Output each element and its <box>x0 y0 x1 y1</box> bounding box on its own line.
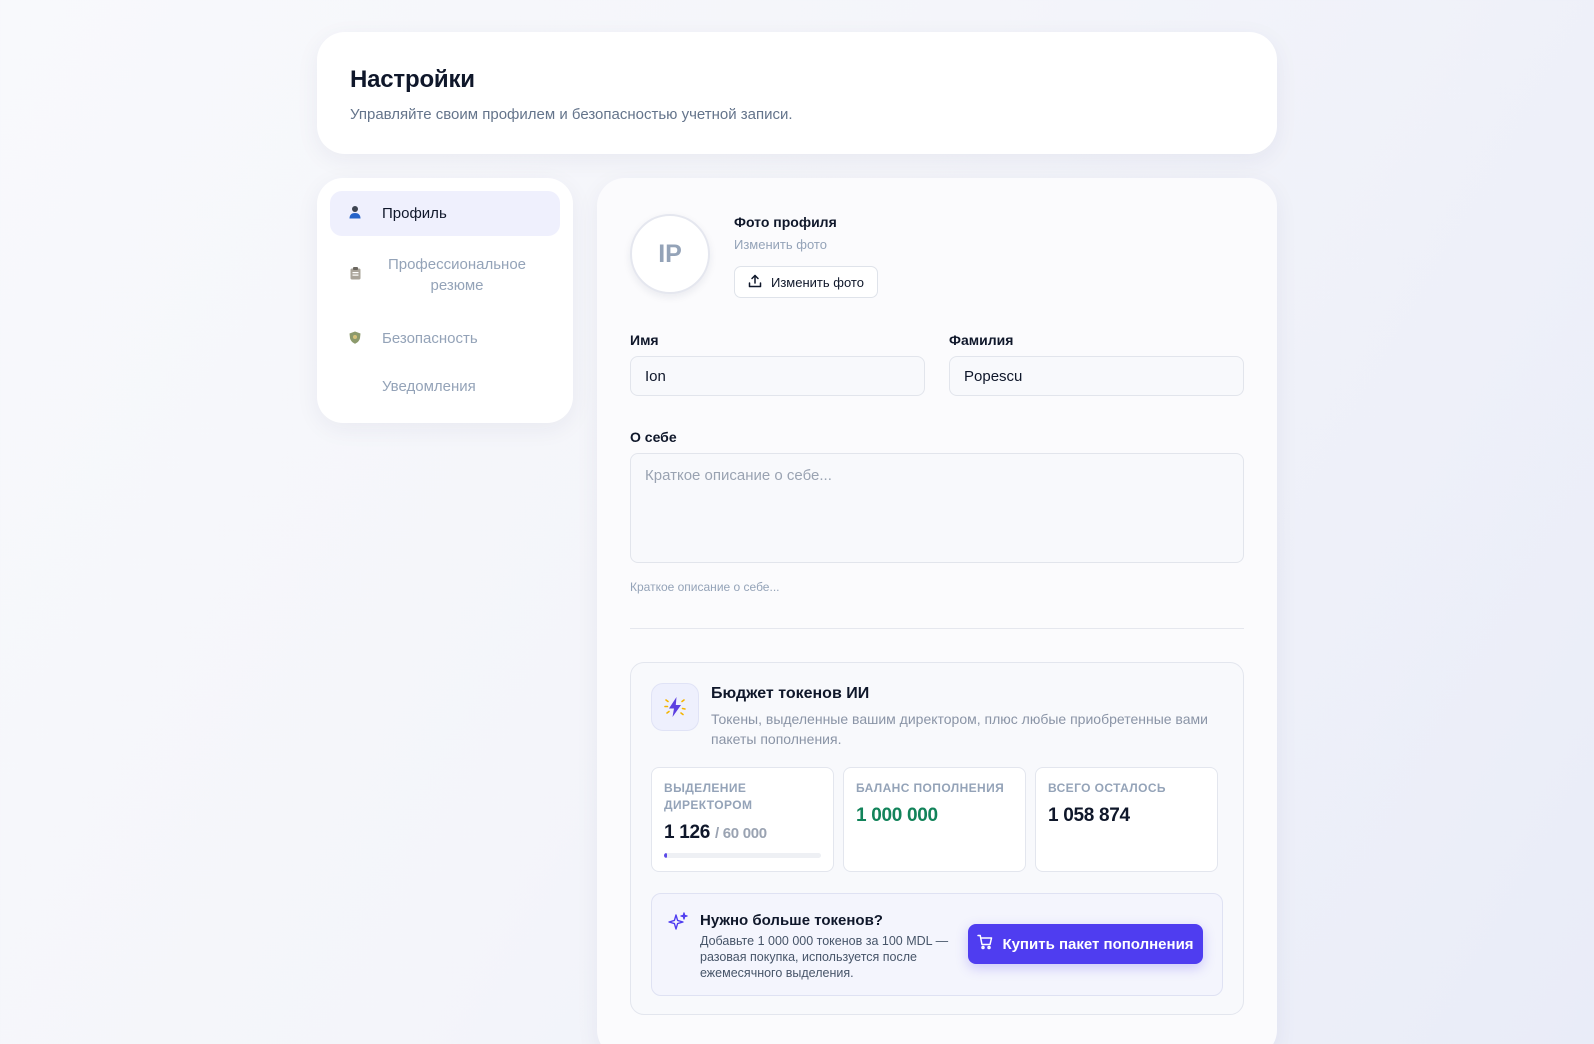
settings-header: Настройки Управляйте своим профилем и бе… <box>317 32 1277 154</box>
first-name-label: Имя <box>630 332 659 348</box>
lightning-icon <box>651 683 699 731</box>
director-used: 1 126 <box>664 822 711 843</box>
topup-balance-card: Баланс пополнения 1 000 000 <box>843 767 1026 872</box>
nav-item-notifications[interactable]: Уведомления <box>330 364 560 409</box>
topup-balance-label: Баланс пополнения <box>856 781 1005 795</box>
director-allocation-label: Выделение директором <box>664 781 753 812</box>
nav-item-label: Профессиональное резюме <box>387 255 527 294</box>
photo-title: Фото профиля <box>734 214 837 230</box>
director-allocation-card: Выделение директором 1 126 / 60 000 <box>651 767 834 872</box>
nav-item-resume[interactable]: Профессиональное резюме <box>330 236 560 313</box>
settings-nav: Профиль Профессиональное резюме Безопасн… <box>317 178 573 423</box>
page-title: Настройки <box>350 66 475 93</box>
director-total: / 60 000 <box>715 825 767 842</box>
person-icon <box>344 205 366 222</box>
last-name-input[interactable] <box>949 356 1244 396</box>
about-label: О себе <box>630 429 677 445</box>
token-budget-card: Бюджет токенов ИИ Токены, выделенные ваш… <box>630 662 1244 1015</box>
nav-item-label: Безопасность <box>382 330 478 347</box>
last-name-label: Фамилия <box>949 332 1014 348</box>
change-photo-label: Изменить фото <box>771 274 864 290</box>
profile-panel: IP Фото профиля Изменить фото Изменить ф… <box>597 178 1277 1044</box>
director-allocation-value: 1 126 / 60 000 <box>664 822 821 844</box>
clipboard-icon <box>344 266 366 283</box>
allocation-progress-bar <box>664 853 821 858</box>
cta-description: Добавьте 1 000 000 токенов за 100 MDL — … <box>700 934 949 980</box>
token-budget-title: Бюджет токенов ИИ <box>711 685 870 702</box>
upload-icon <box>748 274 762 291</box>
topup-balance-value: 1 000 000 <box>856 805 938 826</box>
about-hint: Краткое описание о себе... <box>630 580 780 594</box>
token-budget-description: Токены, выделенные вашим директором, плю… <box>711 711 1208 747</box>
buy-tokens-banner: Нужно больше токенов? Добавьте 1 000 000… <box>651 893 1223 996</box>
about-textarea[interactable] <box>630 453 1244 563</box>
allocation-progress-fill <box>664 853 667 858</box>
total-remaining-label: Всего осталось <box>1048 781 1166 795</box>
avatar[interactable]: IP <box>630 214 710 294</box>
cart-icon <box>977 934 993 954</box>
nav-item-profile[interactable]: Профиль <box>330 191 560 236</box>
change-photo-button[interactable]: Изменить фото <box>734 266 878 298</box>
total-remaining-card: Всего осталось 1 058 874 <box>1035 767 1218 872</box>
buy-topup-label: Купить пакет пополнения <box>1002 935 1194 953</box>
cta-title: Нужно больше токенов? <box>700 912 883 929</box>
page-subtitle: Управляйте своим профилем и безопасность… <box>350 106 793 123</box>
first-name-input[interactable] <box>630 356 925 396</box>
nav-item-label: Профиль <box>382 205 447 222</box>
shield-icon <box>344 331 366 347</box>
photo-subtitle: Изменить фото <box>734 237 827 252</box>
section-divider <box>630 628 1244 629</box>
buy-topup-button[interactable]: Купить пакет пополнения <box>968 924 1203 964</box>
sparkles-icon <box>668 912 688 937</box>
nav-item-label: Уведомления <box>382 378 476 395</box>
nav-item-security[interactable]: Безопасность <box>330 316 560 361</box>
total-remaining-value: 1 058 874 <box>1048 805 1130 826</box>
